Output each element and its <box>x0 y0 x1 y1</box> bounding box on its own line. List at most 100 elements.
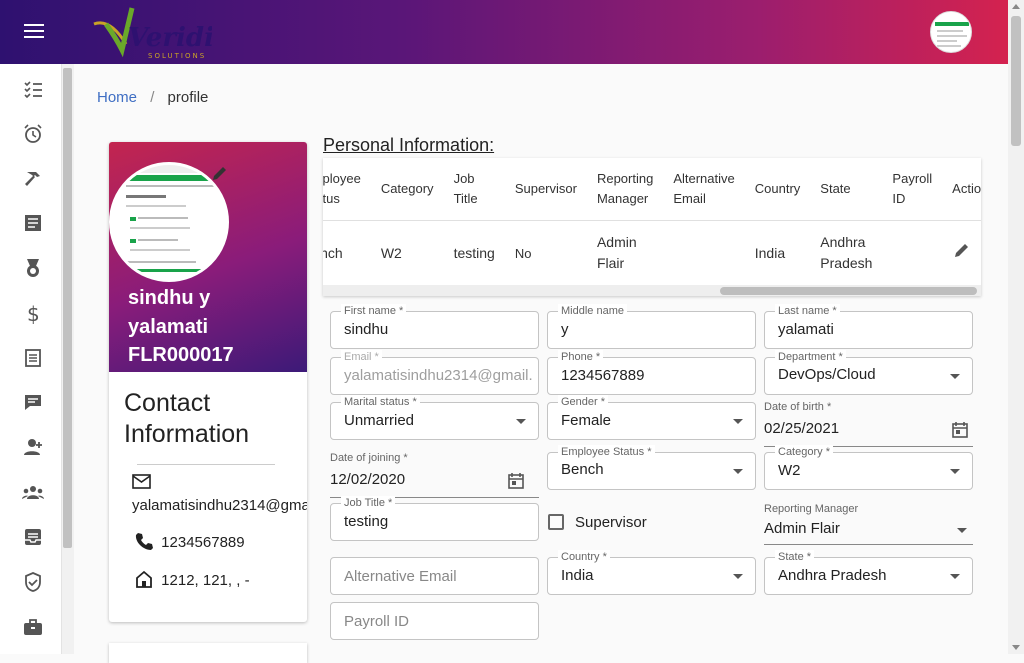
employee-status-label: Employee Status * <box>558 445 655 459</box>
marital-status-label: Marital status * <box>341 395 420 409</box>
sidebar-scrollbar[interactable] <box>62 64 74 654</box>
table-horizontal-scrollbar[interactable] <box>323 285 981 296</box>
employee-status-select[interactable]: Employee Status * Bench <box>547 445 756 490</box>
col-reporting-manager: Reporting Manager <box>586 158 664 221</box>
edit-pencil-icon[interactable] <box>952 240 972 260</box>
contact-title-line1: Contact <box>124 389 211 417</box>
gender-select[interactable]: Gender * Female <box>547 395 756 440</box>
chat-icon[interactable] <box>22 391 44 413</box>
alarm-icon[interactable] <box>22 123 44 145</box>
email-label: Email * <box>341 350 382 364</box>
payroll-id-field[interactable]: Payroll ID <box>330 602 539 640</box>
briefcase-icon[interactable] <box>22 616 44 638</box>
last-name-value: yalamati <box>778 321 834 338</box>
department-label: Department * <box>775 350 846 364</box>
calendar-icon[interactable] <box>507 472 525 490</box>
doj-value: 12/02/2020 <box>330 471 406 488</box>
col-supervisor: Supervisor <box>504 158 587 221</box>
cell-country: India <box>754 244 786 261</box>
gender-value: Female <box>561 412 612 429</box>
state-value: Andhra Pradesh <box>778 567 887 584</box>
cell-category: W2 <box>380 244 402 261</box>
contact-phone-row: 1234567889 <box>135 532 245 551</box>
user-avatar[interactable] <box>930 11 972 53</box>
profile-card: sindhu y yalamati FLR000017 Contact Info… <box>109 142 307 622</box>
svg-text:Veridic: Veridic <box>128 23 212 53</box>
personal-info-title: Personal Information: <box>323 135 495 155</box>
dob-label: Date of birth * <box>764 401 832 413</box>
phone-icon <box>135 533 153 550</box>
edit-photo-pencil-icon[interactable] <box>211 164 229 182</box>
breadcrumb-home-link[interactable]: Home <box>97 89 137 106</box>
date-of-joining-field[interactable]: Date of joining * 12/02/2020 <box>330 452 539 498</box>
date-of-birth-field[interactable]: Date of birth * 02/25/2021 <box>764 401 973 447</box>
email-value: yalamatisindhu2314@gmail.com <box>344 367 532 384</box>
svg-text:SOLUTIONS: SOLUTIONS <box>148 52 206 60</box>
col-alternative-email: Alternative Email <box>663 158 745 221</box>
cell-status: Bench <box>323 244 343 261</box>
col-payroll-id: Payroll ID <box>882 158 943 221</box>
supervisor-checkbox[interactable] <box>548 514 564 530</box>
state-label: State * <box>775 550 815 564</box>
checklist-icon[interactable] <box>22 78 44 100</box>
reporting-manager-select[interactable]: Reporting Manager Admin Flair <box>764 503 973 545</box>
sidebar: $ <box>0 64 62 654</box>
category-select[interactable]: Category * W2 <box>764 445 973 490</box>
department-select[interactable]: Department * DevOps/Cloud <box>764 350 973 395</box>
middle-name-value: y <box>561 321 569 338</box>
contact-address-row: 1212, 121, , - <box>135 570 250 589</box>
employee-id: FLR000017 <box>128 344 234 366</box>
job-title-label: Job Title * <box>341 496 396 510</box>
chevron-down-icon <box>950 469 960 474</box>
cell-supervisor: No <box>514 245 532 261</box>
inbox-icon[interactable] <box>22 526 44 548</box>
verified-shield-icon[interactable] <box>22 571 44 593</box>
first-name-label: First name * <box>341 304 407 318</box>
chevron-down-icon <box>516 419 526 424</box>
chevron-down-icon <box>950 374 960 379</box>
cell-reporting-manager: Admin Flair <box>596 234 637 272</box>
company-logo: Veridic SOLUTIONS <box>93 7 212 60</box>
medal-icon[interactable] <box>22 257 44 279</box>
last-name-field[interactable]: Last name * yalamati <box>764 304 973 349</box>
email-field[interactable]: Email * yalamatisindhu2314@gmail.com <box>330 350 539 395</box>
marital-status-select[interactable]: Marital status * Unmarried <box>330 395 539 440</box>
alternative-email-field[interactable]: Alternative Email <box>330 557 539 595</box>
cell-job-title: testing <box>453 244 495 261</box>
first-name-field[interactable]: First name * sindhu <box>330 304 539 349</box>
table-row: Bench W2 testing No Admin Flair India An… <box>323 220 981 286</box>
phone-field[interactable]: Phone * 1234567889 <box>547 350 756 395</box>
menu-icon[interactable] <box>24 24 44 40</box>
col-employee-status: EmployeeStatus <box>323 158 371 221</box>
chevron-down-icon <box>733 469 743 474</box>
breadcrumb-separator: / <box>150 89 155 106</box>
page-scrollbar[interactable] <box>1008 0 1024 654</box>
job-title-value: testing <box>344 513 389 530</box>
svg-text:$: $ <box>27 302 40 324</box>
category-label: Category * <box>775 445 833 459</box>
add-person-icon[interactable] <box>22 436 44 458</box>
state-select[interactable]: State * Andhra Pradesh <box>764 550 973 595</box>
contact-email-row: yalamatisindhu2314@gmail.com <box>132 474 307 514</box>
contact-divider <box>137 464 275 465</box>
country-select[interactable]: Country * India <box>547 550 756 595</box>
job-title-field[interactable]: Job Title * testing <box>330 496 539 541</box>
cell-alternative-email <box>663 220 744 286</box>
category-value: W2 <box>778 462 801 479</box>
hammer-icon[interactable] <box>22 168 44 190</box>
col-job-title: Job Title <box>443 158 505 221</box>
top-app-bar: Veridic SOLUTIONS <box>0 0 1008 64</box>
country-value: India <box>561 567 594 584</box>
notes-icon[interactable] <box>22 212 44 234</box>
mail-icon <box>132 474 151 489</box>
chevron-down-icon <box>733 419 743 424</box>
document-icon[interactable] <box>22 347 44 369</box>
col-state: State <box>810 158 883 221</box>
reporting-manager-label: Reporting Manager <box>764 503 859 515</box>
last-name-label: Last name * <box>775 304 840 318</box>
dollar-icon[interactable]: $ <box>22 302 44 324</box>
group-icon[interactable] <box>22 481 44 503</box>
calendar-icon[interactable] <box>951 421 969 439</box>
middle-name-field[interactable]: Middle name y <box>547 304 756 349</box>
contact-phone: 1234567889 <box>161 534 245 551</box>
